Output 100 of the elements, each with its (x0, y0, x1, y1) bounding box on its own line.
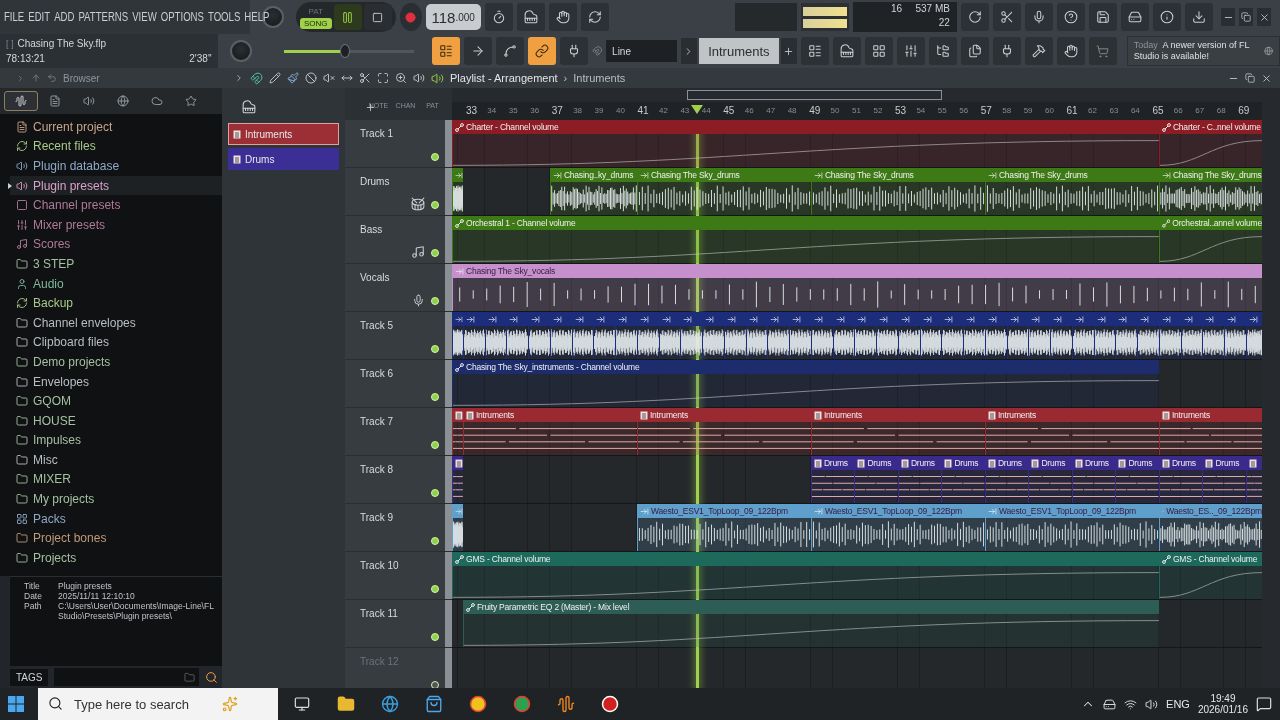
bar-number: 62 (1088, 105, 1097, 117)
menu-item[interactable]: EDIT (28, 10, 51, 24)
browser-item[interactable]: Plugin database (10, 156, 222, 176)
tempo-display[interactable]: 118.000 (425, 4, 481, 30)
breadcrumb-pattern[interactable]: Intruments (573, 72, 626, 84)
browser-item[interactable]: Recent files (10, 136, 222, 157)
menu-item[interactable]: OPTIONS (160, 10, 204, 24)
clip[interactable]: Drums (1202, 456, 1246, 503)
clip[interactable]: Chasing..ky_drums (549, 168, 637, 215)
clip-name: Chasing..ky_drums (563, 170, 634, 180)
browser-item[interactable]: GQOM (10, 391, 222, 411)
search-field[interactable]: Type here to search (38, 688, 278, 720)
menu-item[interactable]: FILE (4, 10, 25, 24)
menu-item[interactable]: PATTERNS (78, 10, 129, 24)
browser-item[interactable]: HOUSE (10, 410, 222, 431)
clip[interactable]: Intruments (462, 408, 637, 455)
clip-name: Intruments (823, 410, 863, 420)
track-header[interactable]: Track 1 (345, 120, 452, 168)
clip[interactable]: Charter - Channel volume (452, 120, 1159, 167)
menu-item[interactable]: VIEW (132, 10, 157, 24)
browser-item[interactable]: 3 STEP (10, 254, 222, 274)
browser-item[interactable]: Demo projects (10, 352, 222, 372)
track-header[interactable]: Drums (345, 168, 452, 216)
clip[interactable]: GMS - Channel volume (1158, 552, 1262, 599)
clip[interactable]: Chasing The Sky_drums (984, 168, 1159, 215)
bar-number: 64 (1130, 105, 1140, 117)
clip[interactable]: Drums (810, 456, 855, 503)
snap-dropdown[interactable]: Line (606, 40, 677, 62)
clip[interactable]: Chasing The Sky_instruments - Channel volume (452, 360, 1159, 407)
browser-item[interactable]: Project bones (10, 528, 222, 549)
song-length: 2'38'' (189, 53, 212, 64)
clip[interactable]: Charter - C..nnel volume (1158, 120, 1262, 167)
browser-item[interactable]: My projects (10, 489, 222, 509)
browser-item[interactable]: Packs (10, 508, 222, 529)
browser-item[interactable]: Current project (10, 117, 222, 137)
clip[interactable]: GMS - Channel volume (452, 552, 1159, 599)
browser-item[interactable]: MIXER (10, 469, 222, 490)
browser-item[interactable]: Plugin presets (10, 175, 222, 196)
clip[interactable]: Waesto_ESV1_TopLoop_09_122Bpm (636, 504, 811, 551)
clip[interactable]: Fruity Parametric EQ 2 (Master) - Mix level (462, 600, 1159, 647)
time-ruler[interactable]: 33 34 35 36 37 38 39 40 41 42 43 44 45 46 47 48 49 50 51 52 53 54 55 56 57 58 59 60 61 62 63 64 65 66 67 68 69 (452, 102, 1262, 120)
pattern-item[interactable]: Drums (228, 148, 339, 170)
track-header[interactable]: Track 6 (345, 360, 452, 408)
tags-label[interactable]: TAGS (10, 668, 49, 686)
clip[interactable]: Intruments (810, 408, 985, 455)
clip[interactable]: Chasing The Sky_drums (810, 168, 985, 215)
pattern-item[interactable]: Intruments (228, 123, 339, 145)
bar-number: 53 (894, 104, 907, 118)
browser-item[interactable]: Channel envelopes (10, 312, 222, 333)
track-header[interactable]: Vocals (345, 264, 452, 312)
clip[interactable]: Intruments (636, 408, 811, 455)
browser-item[interactable]: Audio (10, 273, 222, 294)
clip[interactable]: Waesto_ES.._09_122Bpm (1158, 504, 1262, 551)
mode-toggle[interactable]: SONG (300, 17, 332, 29)
browser-item[interactable]: Impulses (10, 430, 222, 451)
clock[interactable]: 19:49 2026/01/16 (1197, 693, 1248, 715)
clip[interactable]: Drums (854, 456, 898, 503)
track-header[interactable]: Track 10 (345, 552, 452, 600)
clip[interactable]: Intruments (984, 408, 1159, 455)
bar-number: 56 (959, 105, 969, 117)
browser-item[interactable]: Misc (10, 450, 222, 470)
clip[interactable]: Chasing The Sky_drums (636, 168, 811, 215)
browser-item[interactable]: Clipboard files (10, 332, 222, 353)
clip[interactable]: Chasing The Sky_drums (1158, 168, 1262, 215)
info-value: C:\Users\User\Documents\Image-Line\FL Studio\Presets\Plugin presets\ (58, 601, 214, 621)
clip[interactable]: Intruments (1158, 408, 1262, 455)
bar-number: 34 (487, 105, 497, 117)
clip[interactable]: Drums (1071, 456, 1116, 503)
clip[interactable]: Orchestral 1 - Channel volume (452, 216, 1159, 263)
language-indicator[interactable]: ENG (1166, 698, 1190, 710)
track-header[interactable]: Track 8 (345, 456, 452, 504)
clip[interactable]: Drums (1158, 456, 1203, 503)
pattern-selector[interactable]: Intruments (698, 38, 779, 64)
browser-item[interactable]: Scores (10, 234, 222, 255)
clip[interactable]: Drums (941, 456, 985, 503)
menu-item[interactable]: ADD (54, 10, 75, 24)
clip-name: Intruments (649, 410, 689, 420)
clip[interactable]: Drums (897, 456, 942, 503)
track-header[interactable]: Track 7 (345, 408, 452, 456)
track-header[interactable]: Bass (345, 216, 452, 264)
browser-item[interactable]: Channel presets (10, 195, 222, 215)
clip[interactable]: Chasing The Sky_vocals (452, 264, 1262, 311)
browser-item[interactable]: Backup (10, 293, 222, 313)
bar-number: 40 (616, 105, 625, 117)
browser-item[interactable]: Mixer presets (10, 214, 222, 235)
clip-name: Chasing The Sky_drums (650, 170, 740, 180)
clip[interactable]: Waesto_ESV1_TopLoop_09_122Bpm (984, 504, 1159, 551)
menu-item[interactable]: HELP (244, 10, 270, 24)
clip[interactable]: Waesto_ESV1_TopLoop_09_122Bpm (810, 504, 985, 551)
clip[interactable]: Orchestral..annel volume (1158, 216, 1262, 263)
bar-number: 67 (1195, 105, 1205, 117)
track-header[interactable]: Track 5 (345, 312, 452, 360)
track-header[interactable]: Track 11 (345, 600, 452, 648)
clip[interactable]: Drums (1028, 456, 1072, 503)
menu-item[interactable]: TOOLS (207, 10, 241, 24)
browser-item[interactable]: Projects (10, 548, 222, 568)
clip[interactable]: Drums (984, 456, 1029, 503)
clip[interactable]: Drums (1115, 456, 1159, 503)
track-header[interactable]: Track 9 (345, 504, 452, 552)
browser-item[interactable]: Envelopes (10, 371, 222, 392)
